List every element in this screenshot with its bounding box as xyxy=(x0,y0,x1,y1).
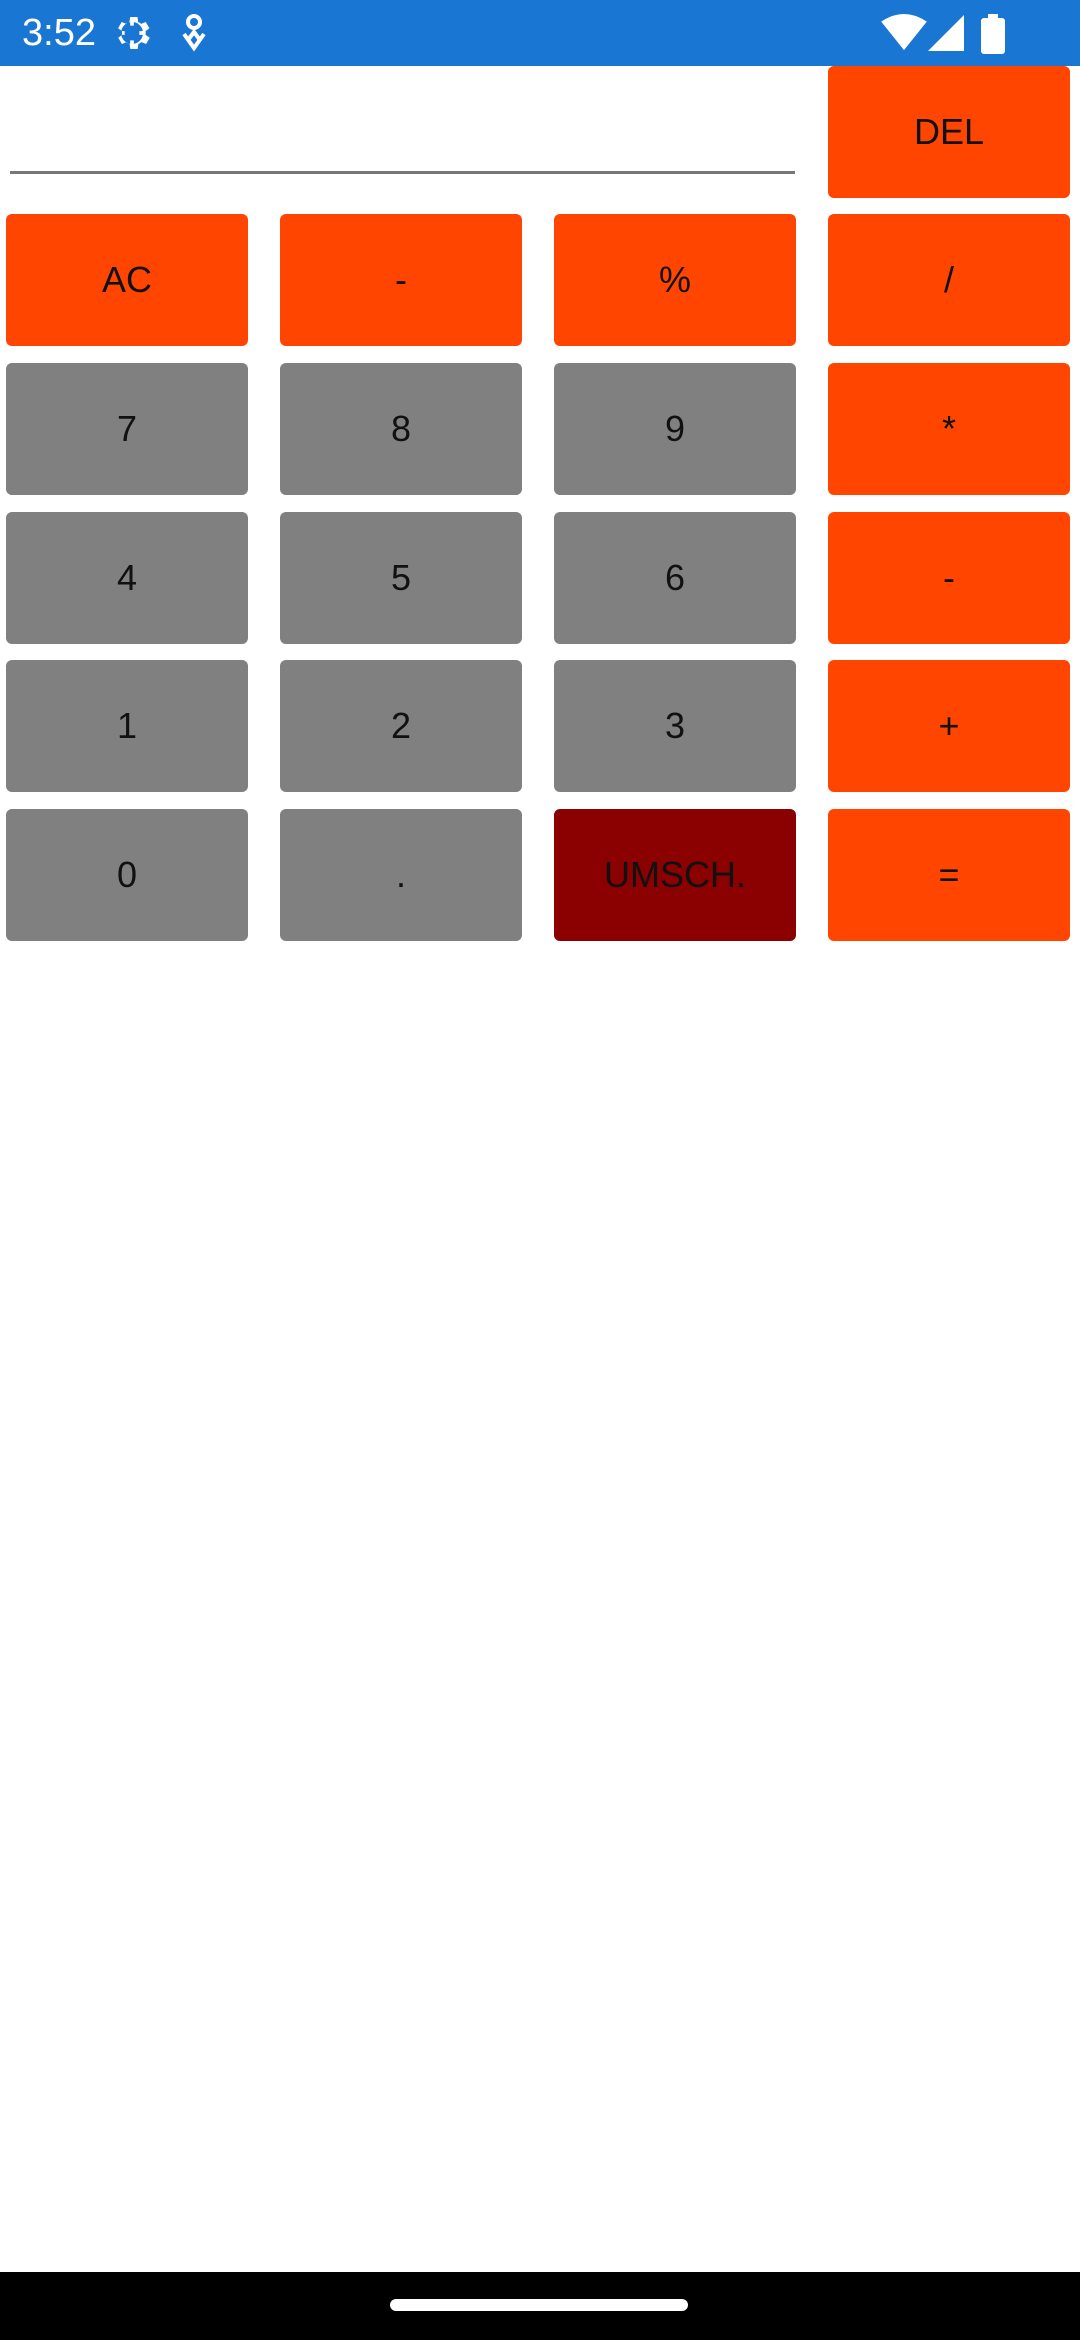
battery-icon xyxy=(981,14,1005,54)
signal-icon xyxy=(928,15,964,51)
decimal-point-button[interactable]: . xyxy=(280,809,522,941)
digit-8-button[interactable]: 8 xyxy=(280,363,522,495)
digit-6-button[interactable]: 6 xyxy=(554,512,796,644)
add-button[interactable]: + xyxy=(828,660,1070,792)
shift-button[interactable]: UMSCH. xyxy=(554,809,796,941)
divide-button[interactable]: / xyxy=(828,214,1070,346)
gear-icon xyxy=(118,17,150,49)
equals-button[interactable]: = xyxy=(828,809,1070,941)
digit-7-button[interactable]: 7 xyxy=(6,363,248,495)
negate-button[interactable]: - xyxy=(280,214,522,346)
digit-2-button[interactable]: 2 xyxy=(280,660,522,792)
percent-button[interactable]: % xyxy=(554,214,796,346)
multiply-button[interactable]: * xyxy=(828,363,1070,495)
digit-0-button[interactable]: 0 xyxy=(6,809,248,941)
subtract-button[interactable]: - xyxy=(828,512,1070,644)
digit-5-button[interactable]: 5 xyxy=(280,512,522,644)
status-time: 3:52 xyxy=(22,12,96,54)
digit-9-button[interactable]: 9 xyxy=(554,363,796,495)
digit-1-button[interactable]: 1 xyxy=(6,660,248,792)
delete-button[interactable]: DEL xyxy=(828,66,1070,198)
calculator-display-input[interactable] xyxy=(10,80,795,174)
assistant-icon xyxy=(182,14,206,52)
all-clear-button[interactable]: AC xyxy=(6,214,248,346)
digit-3-button[interactable]: 3 xyxy=(554,660,796,792)
wifi-icon xyxy=(881,14,927,51)
digit-4-button[interactable]: 4 xyxy=(6,512,248,644)
home-gesture-handle[interactable] xyxy=(390,2299,688,2311)
status-bar: 3:52 xyxy=(0,0,1080,66)
